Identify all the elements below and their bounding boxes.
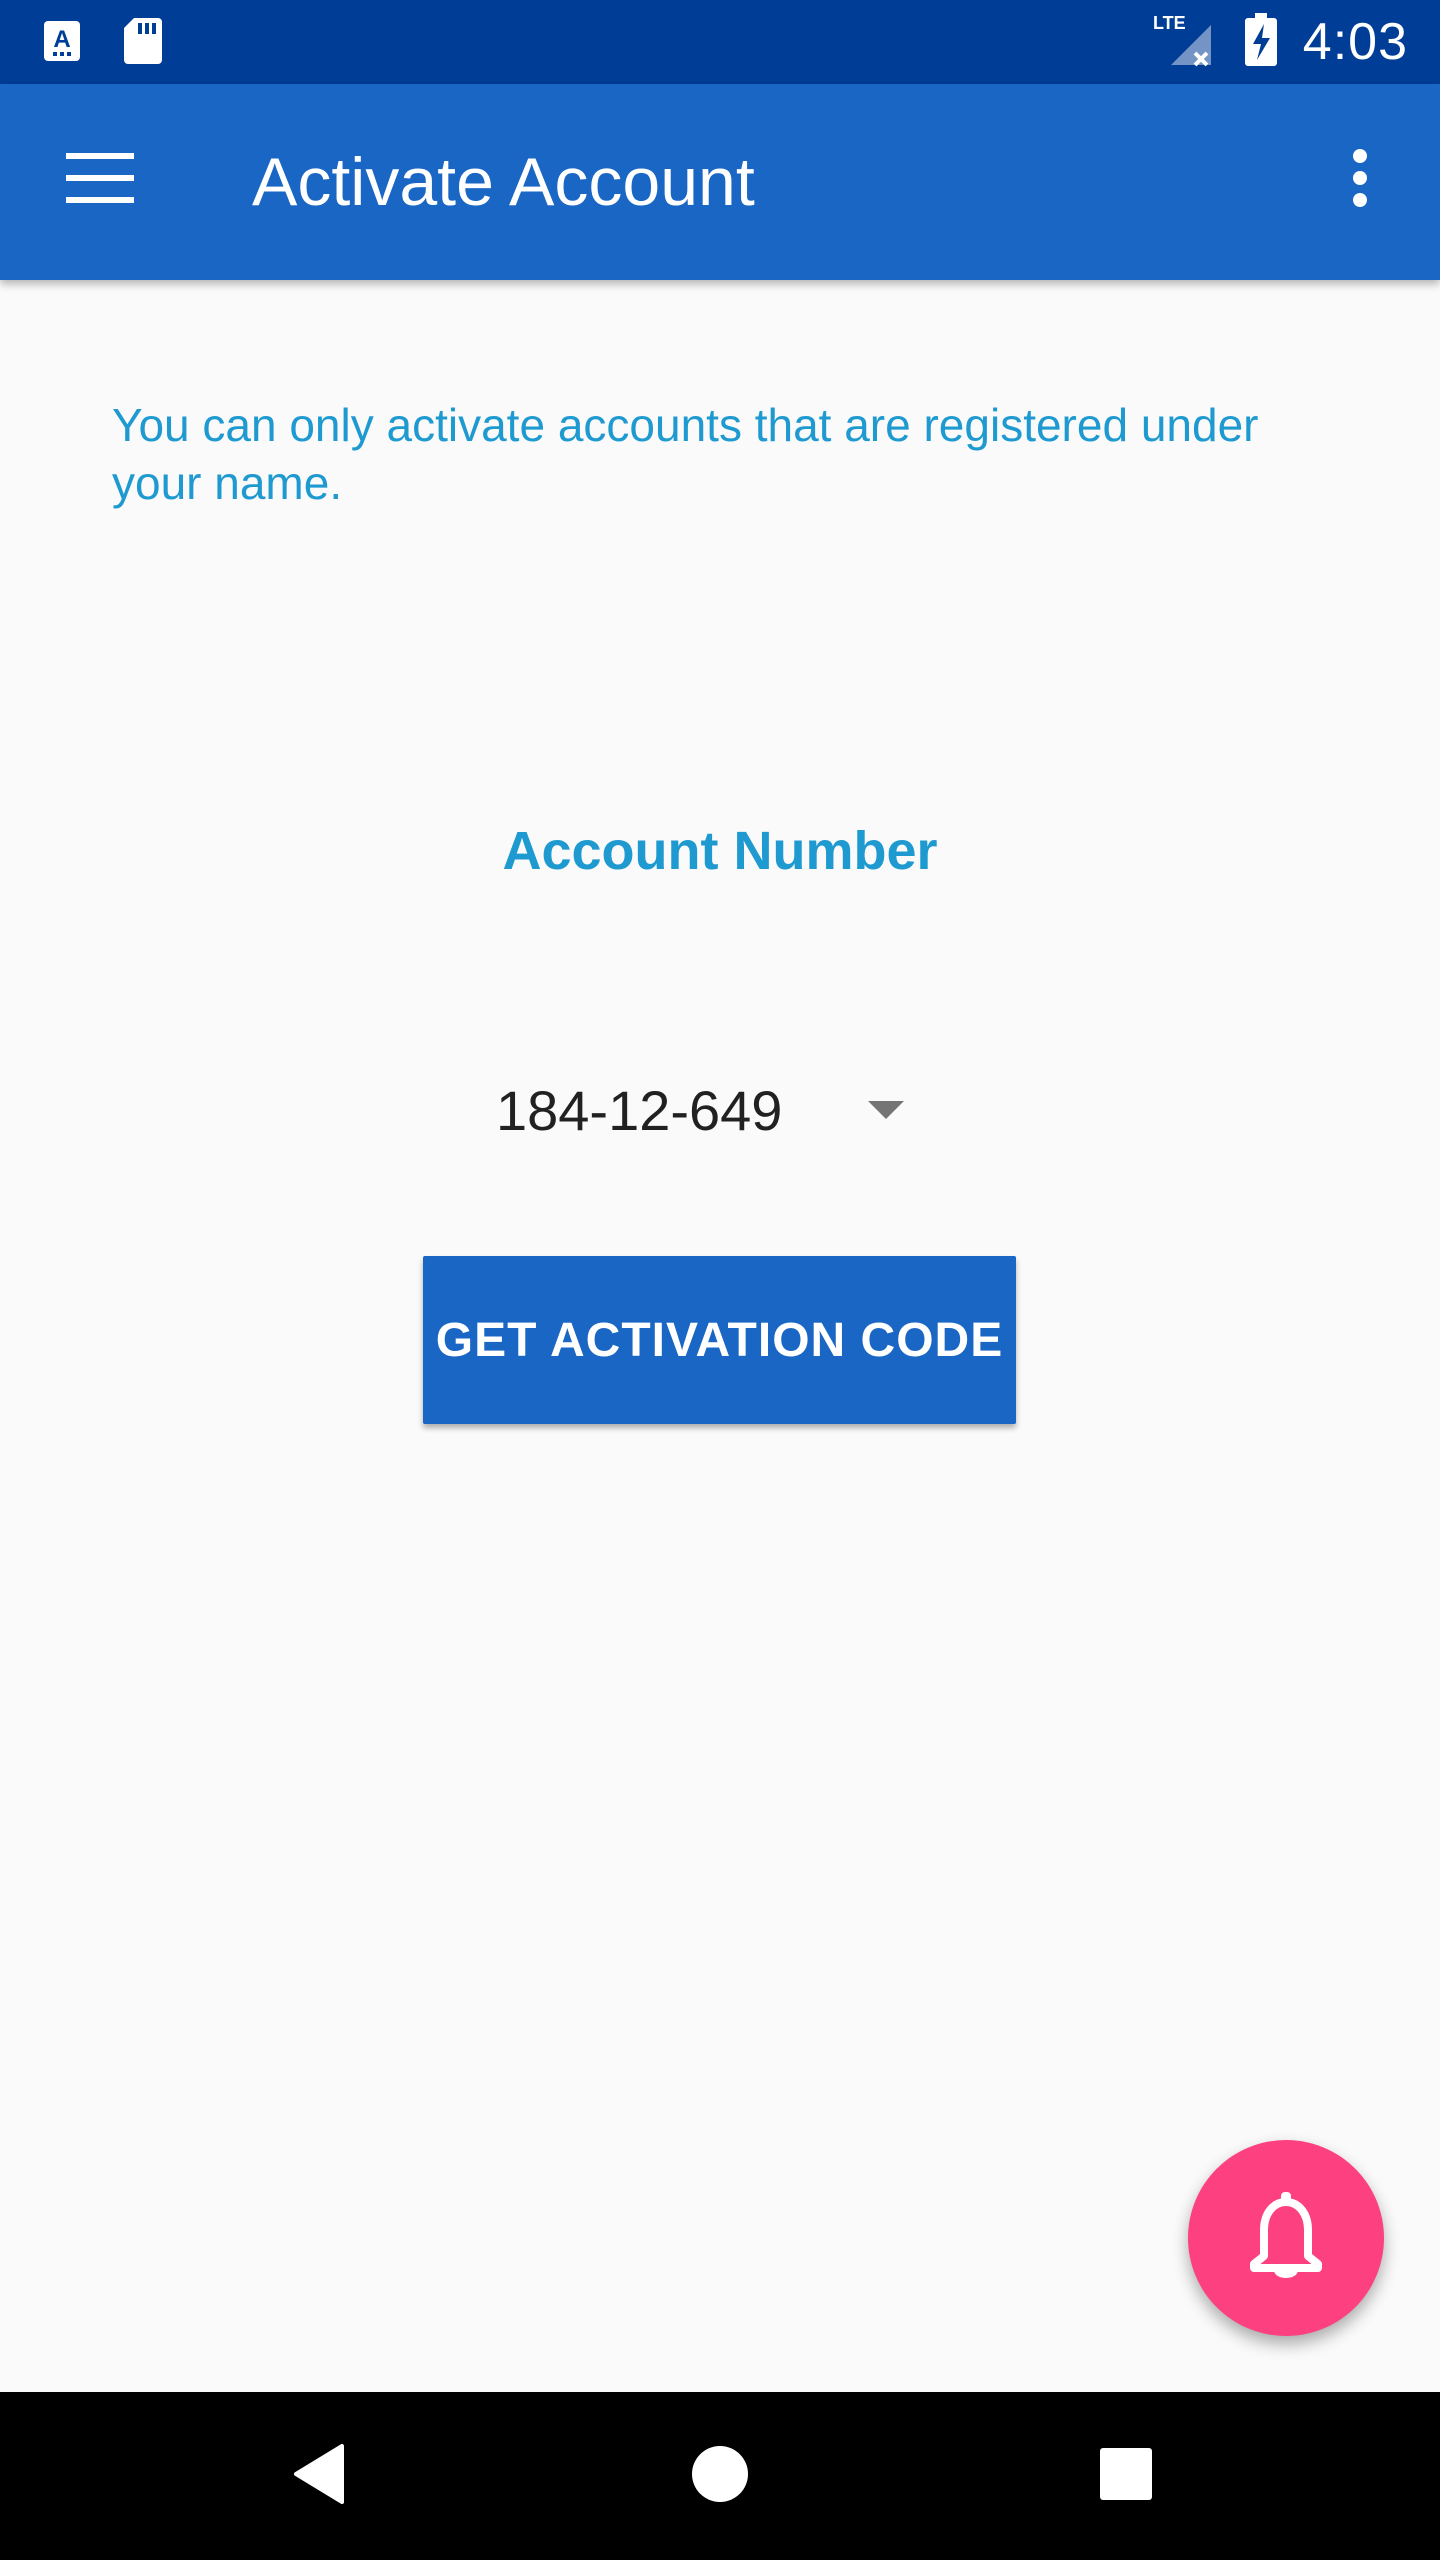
back-icon: [292, 2442, 348, 2511]
keyboard-a-icon: A: [42, 19, 82, 68]
account-number-label: Account Number: [502, 821, 938, 881]
clock: 4:03: [1302, 13, 1408, 71]
signal-no-data-icon: LTE: [1149, 11, 1219, 74]
recents-icon: [1099, 2447, 1153, 2506]
status-bar: A LTE 4:03: [0, 0, 1440, 84]
hamburger-menu-icon: [66, 152, 134, 208]
home-icon: [691, 2445, 749, 2508]
activate-account-screen: A LTE 4:03 Activate Account You can only…: [0, 0, 1440, 2560]
network-type-label: LTE: [1153, 13, 1186, 33]
status-bar-system: LTE 4:03: [1149, 0, 1408, 84]
home-button[interactable]: [636, 2392, 804, 2560]
bell-icon: [1246, 2190, 1326, 2287]
account-number-dropdown[interactable]: 184-12-649: [470, 1060, 930, 1160]
svg-text:A: A: [53, 26, 70, 53]
dropdown-arrow-icon: [868, 1101, 904, 1119]
get-activation-code-button[interactable]: GET ACTIVATION CODE: [423, 1256, 1016, 1424]
page-title: Activate Account: [252, 144, 755, 220]
info-message: You can only activate accounts that are …: [112, 399, 1259, 509]
status-bar-notifications: A: [42, 16, 164, 71]
app-bar: Activate Account: [0, 84, 1440, 280]
back-button[interactable]: [236, 2392, 404, 2560]
system-navigation-bar: [0, 2392, 1440, 2560]
menu-button[interactable]: [52, 132, 148, 228]
notifications-fab[interactable]: [1188, 2140, 1384, 2336]
overflow-menu-button[interactable]: [1320, 132, 1400, 228]
sd-card-icon: [122, 16, 164, 71]
account-number-value: 184-12-649: [496, 1078, 783, 1142]
recents-button[interactable]: [1042, 2392, 1210, 2560]
battery-charging-icon: [1243, 12, 1279, 73]
more-vert-icon: [1352, 148, 1368, 213]
